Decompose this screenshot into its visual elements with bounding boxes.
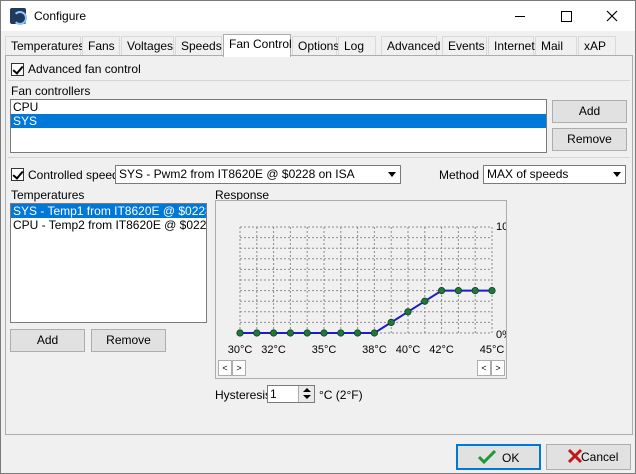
window-title: Configure	[34, 9, 87, 23]
temperatures-list[interactable]: SYS - Temp1 from IT8620E @ $0228 on CPU …	[10, 203, 207, 323]
remove-temperature-button[interactable]: Remove	[91, 329, 166, 352]
x-tick-label: 42°C	[429, 344, 454, 356]
hysteresis-label: Hysteresis	[215, 388, 272, 402]
list-item-sys-temp[interactable]: SYS - Temp1 from IT8620E @ $0228 on	[11, 204, 206, 218]
stepper-arrows-icon[interactable]	[298, 386, 314, 402]
response-panel: 100% 0% 30°C 32°C 35°C 38°C 40°C 42°C 45°C < > <…	[215, 200, 507, 379]
y-max-label: 100%	[496, 221, 506, 233]
response-point	[438, 287, 446, 295]
divider	[8, 157, 630, 158]
controlled-speed-label: Controlled speed	[28, 168, 119, 182]
tab-mail[interactable]: Mail	[535, 36, 577, 56]
close-icon	[606, 10, 618, 22]
advanced-fan-control-label: Advanced fan control	[28, 62, 141, 76]
tab-log[interactable]: Log	[338, 36, 376, 56]
hysteresis-unit: °C (2°F)	[319, 388, 363, 402]
response-point	[370, 329, 378, 337]
speed-source-dropdown[interactable]: SYS - Pwm2 from IT8620E @ $0228 on ISA	[115, 165, 401, 184]
method-value: MAX of speeds	[487, 167, 569, 181]
speed-source-value: SYS - Pwm2 from IT8620E @ $0228 on ISA	[119, 167, 355, 181]
response-point	[404, 308, 412, 316]
response-point	[387, 318, 395, 327]
cancel-button[interactable]: Cancel	[546, 444, 631, 470]
chevron-down-icon	[383, 166, 400, 183]
ok-label: OK	[502, 451, 520, 465]
response-point	[488, 287, 496, 295]
checkmark-icon	[478, 450, 496, 464]
response-point	[454, 287, 462, 295]
y-min-label: 0%	[496, 329, 506, 341]
title-bar: Configure	[1, 1, 635, 31]
scroll-left-button[interactable]: <	[218, 360, 232, 376]
tab-speeds[interactable]: Speeds	[175, 36, 222, 56]
hysteresis-value: 1	[270, 387, 277, 401]
left-scroll-pair: < >	[218, 360, 246, 376]
response-point	[421, 297, 429, 305]
tab-options[interactable]: Options	[292, 36, 339, 56]
advanced-fan-control-checkbox[interactable]	[11, 63, 24, 76]
response-point	[320, 329, 328, 337]
scroll-right-button[interactable]: >	[491, 360, 505, 376]
response-chart[interactable]: 100% 0% 30°C 32°C 35°C 38°C 40°C 42°C 45°C	[216, 201, 506, 378]
x-tick-label: 35°C	[312, 344, 337, 356]
response-point	[269, 329, 278, 337]
add-controller-button[interactable]: Add	[552, 100, 627, 123]
response-point	[303, 329, 311, 337]
tab-advanced[interactable]: Advanced	[381, 36, 440, 56]
hysteresis-stepper[interactable]: 1	[267, 385, 315, 403]
tab-voltages[interactable]: Voltages	[121, 36, 174, 56]
response-point	[253, 329, 261, 337]
temperatures-label: Temperatures	[11, 188, 85, 202]
scroll-right-button[interactable]: >	[232, 360, 246, 376]
fan-control-page: Advanced fan control Fan controllers CPU…	[5, 55, 633, 435]
fan-controllers-list[interactable]: CPU SYS	[10, 99, 547, 153]
x-tick-label: 38°C	[362, 344, 387, 356]
right-scroll-pair: < >	[477, 360, 505, 376]
x-tick-label: 40°C	[396, 344, 421, 356]
list-item-cpu[interactable]: CPU	[11, 100, 546, 114]
tab-strip: Temperatures Fans Voltages Speeds Fan Co…	[5, 34, 633, 57]
fan-controllers-label: Fan controllers	[11, 84, 91, 98]
response-point	[337, 329, 345, 337]
close-button[interactable]	[589, 1, 635, 31]
app-fan-icon	[10, 8, 27, 25]
maximize-button[interactable]	[543, 1, 589, 31]
tab-events[interactable]: Events	[442, 36, 487, 56]
x-tick-label: 30°C	[228, 344, 253, 356]
minimize-button[interactable]	[497, 1, 543, 31]
x-tick-label: 45°C	[480, 344, 505, 356]
response-point	[354, 329, 362, 337]
response-point	[471, 287, 479, 295]
response-point	[236, 329, 244, 337]
add-temperature-button[interactable]: Add	[10, 329, 85, 352]
tab-internet[interactable]: Internet	[488, 36, 535, 56]
tab-fans[interactable]: Fans	[82, 36, 120, 56]
list-item-sys[interactable]: SYS	[11, 114, 546, 128]
divider	[8, 80, 630, 81]
ok-button[interactable]: OK	[456, 444, 541, 470]
remove-controller-button[interactable]: Remove	[552, 128, 627, 151]
tab-xap[interactable]: xAP	[578, 36, 616, 56]
scroll-left-button[interactable]: <	[477, 360, 491, 376]
response-point	[286, 329, 295, 337]
configure-window: Configure Temperatures Fans Voltages Spe…	[0, 0, 636, 474]
chevron-down-icon	[608, 166, 625, 183]
method-dropdown[interactable]: MAX of speeds	[483, 165, 626, 184]
tab-fan-control[interactable]: Fan Control	[223, 34, 292, 57]
x-tick-label: 32°C	[261, 344, 286, 356]
tab-temperatures[interactable]: Temperatures	[5, 36, 84, 56]
controlled-speed-checkbox[interactable]	[11, 168, 24, 181]
method-label: Method	[439, 168, 480, 182]
list-item-cpu-temp[interactable]: CPU - Temp2 from IT8620E @ $0228 on	[11, 218, 206, 232]
cancel-label: Cancel	[581, 450, 619, 464]
